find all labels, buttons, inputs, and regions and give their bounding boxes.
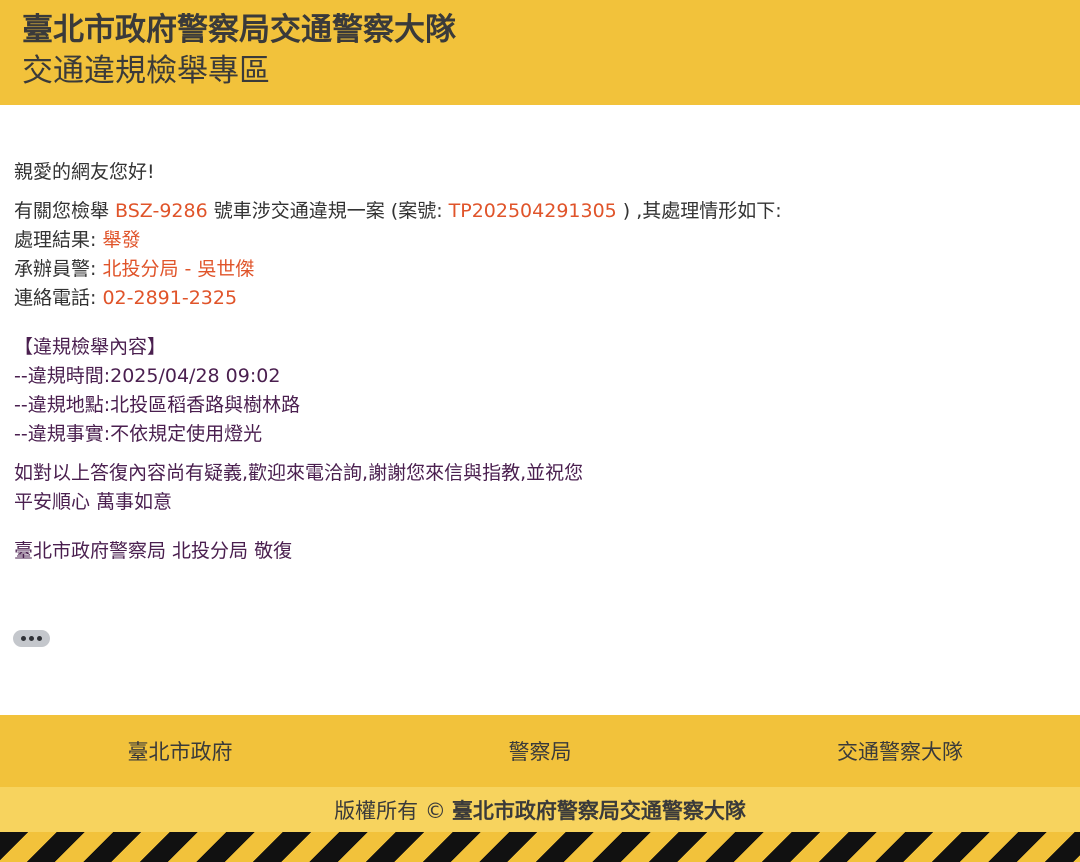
closing-line-2: 平安順心 萬事如意 xyxy=(14,491,173,513)
intro-line: 有關您檢舉 BSZ-9286 號車涉交通違規一案 (案號: TP20250429… xyxy=(14,197,1064,226)
signature: 臺北市政府警察局 北投分局 敬復 xyxy=(14,540,293,562)
case-number: TP202504291305 xyxy=(448,200,617,222)
footer-nav: 臺北市政府 警察局 交通警察大隊 xyxy=(0,715,1080,787)
intro-middle: 號車涉交通違規一案 (案號: xyxy=(207,200,449,222)
violation-heading: 【違規檢舉內容】 xyxy=(14,336,167,358)
page-header: 臺北市政府警察局交通警察大隊 交通違規檢舉專區 xyxy=(0,0,1080,105)
footer-link-police-department[interactable]: 警察局 xyxy=(360,736,720,766)
reply-message: 親愛的網友您好! 有關您檢舉 BSZ-9286 號車涉交通違規一案 (案號: T… xyxy=(14,158,1064,566)
location-label: --違規地點: xyxy=(14,394,111,416)
result-label: 處理結果: xyxy=(14,229,103,251)
time-value: 2025/04/28 09:02 xyxy=(110,365,281,387)
result-line: 處理結果: 舉發 xyxy=(14,226,1064,255)
location-value: 北投區稻香路與樹林路 xyxy=(110,394,301,416)
copyright-bar: 版權所有 © 臺北市政府警察局交通警察大隊 xyxy=(0,787,1080,832)
copyright-owner: 臺北市政府警察局交通警察大隊 xyxy=(451,798,746,823)
footer-link-city-government[interactable]: 臺北市政府 xyxy=(0,736,360,766)
closing-line-1: 如對以上答復內容尚有疑義,歡迎來電洽詢,謝謝您來信與指教,並祝您 xyxy=(14,462,584,484)
time-label: --違規時間: xyxy=(14,365,111,387)
greeting: 親愛的網友您好! xyxy=(14,161,155,183)
hazard-stripes xyxy=(0,832,1080,862)
fact-value: 不依規定使用燈光 xyxy=(110,423,263,445)
phone-label: 連絡電話: xyxy=(14,287,103,309)
officer-line: 承辦員警: 北投分局 - 吳世傑 xyxy=(14,255,1064,284)
violation-location: --違規地點:北投區稻香路與樹林路 xyxy=(14,391,1064,420)
plate-number: BSZ-9286 xyxy=(115,200,208,222)
phone-line: 連絡電話: 02-2891-2325 xyxy=(14,284,1064,313)
phone-value: 02-2891-2325 xyxy=(102,287,238,309)
footer-link-traffic-police[interactable]: 交通警察大隊 xyxy=(720,736,1080,766)
show-more-button[interactable] xyxy=(13,630,50,647)
result-value: 舉發 xyxy=(102,229,141,251)
officer-value: 北投分局 - 吳世傑 xyxy=(102,258,255,280)
ellipsis-icon xyxy=(21,636,42,641)
intro-suffix: ) ,其處理情形如下: xyxy=(616,200,782,222)
fact-label: --違規事實: xyxy=(14,423,111,445)
intro-prefix: 有關您檢舉 xyxy=(14,200,116,222)
violation-fact: --違規事實:不依規定使用燈光 xyxy=(14,420,1064,449)
officer-label: 承辦員警: xyxy=(14,258,103,280)
header-subtitle: 交通違規檢舉專區 xyxy=(22,53,270,89)
copyright-prefix: 版權所有 © xyxy=(334,798,446,823)
header-title: 臺北市政府警察局交通警察大隊 xyxy=(22,12,456,48)
violation-time: --違規時間:2025/04/28 09:02 xyxy=(14,362,1064,391)
